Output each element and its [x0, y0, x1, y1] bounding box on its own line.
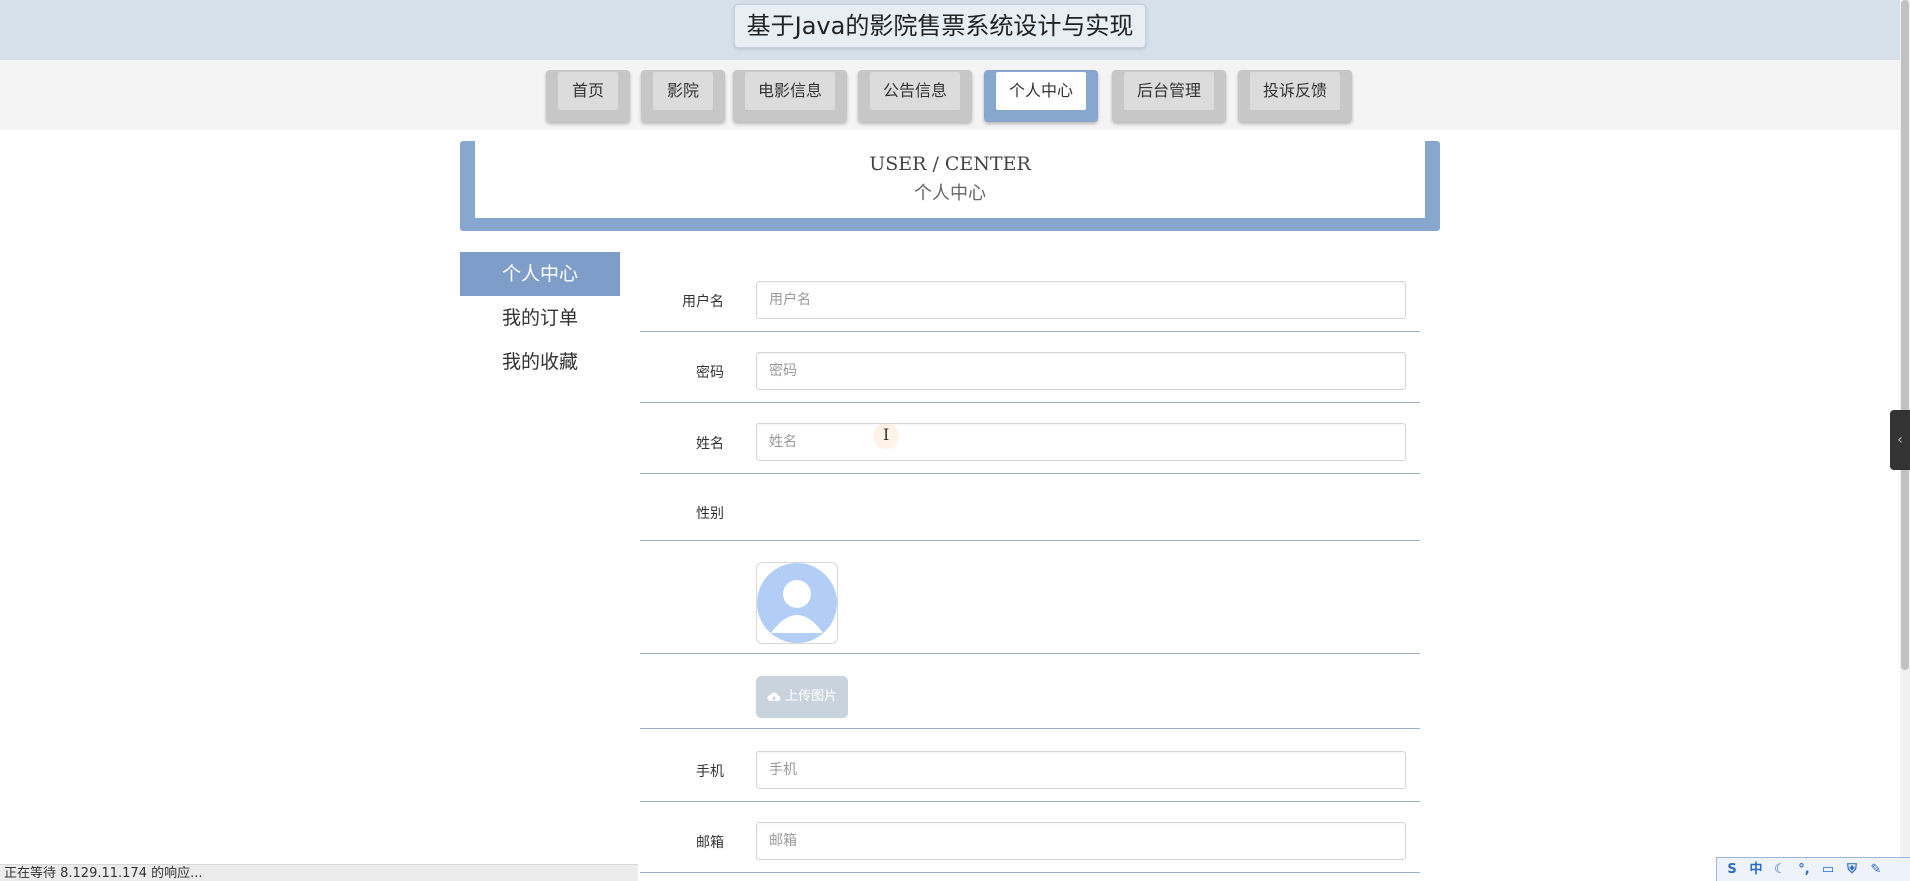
password-label: 密码: [696, 365, 724, 381]
nav-admin[interactable]: 后台管理: [1112, 70, 1226, 122]
ime-chinese-mode-icon[interactable]: 中: [1747, 862, 1765, 878]
upload-image-button[interactable]: 上传图片: [756, 676, 848, 718]
browser-status-bar: 正在等待 8.129.11.174 的响应...: [0, 864, 638, 881]
username-label: 用户名: [682, 294, 724, 310]
username-input[interactable]: [756, 281, 1406, 319]
nav-feedback[interactable]: 投诉反馈: [1238, 70, 1352, 122]
page-title: 基于Java的影院售票系统设计与实现: [734, 4, 1146, 48]
form-row-username: 用户名: [640, 278, 1420, 332]
side-menu: 个人中心 我的订单 我的收藏: [460, 252, 620, 384]
form-row-phone: 手机: [640, 748, 1420, 802]
ime-keyboard-icon[interactable]: ▭: [1819, 862, 1837, 878]
ime-logo-icon[interactable]: S: [1723, 862, 1741, 878]
ime-tools-icon[interactable]: ✎: [1867, 862, 1885, 878]
nav-user-center-label: 个人中心: [996, 72, 1086, 110]
section-banner: USER / CENTER 个人中心: [460, 141, 1440, 231]
email-input[interactable]: [756, 822, 1406, 860]
form-row-gender: 性别: [640, 490, 1420, 541]
cloud-upload-icon: [767, 692, 781, 701]
name-input[interactable]: [756, 423, 1406, 461]
nav-home[interactable]: 首页: [546, 70, 630, 122]
gender-label: 性别: [696, 506, 724, 522]
side-item-my-favorites[interactable]: 我的收藏: [460, 340, 620, 384]
scrollbar-thumb[interactable]: [1901, 0, 1909, 670]
nav-cinema[interactable]: 影院: [641, 70, 725, 122]
ime-punctuation-icon[interactable]: °,: [1795, 862, 1813, 878]
upload-image-label: 上传图片: [785, 689, 838, 704]
banner-title-en: USER / CENTER: [869, 153, 1031, 175]
email-label: 邮箱: [696, 835, 724, 851]
ime-shirt-icon[interactable]: ⛨: [1843, 862, 1861, 878]
phone-label: 手机: [696, 764, 724, 780]
ime-toolbar[interactable]: S 中 ☾ °, ▭ ⛨ ✎: [1716, 857, 1910, 881]
nav-movie-info[interactable]: 电影信息: [733, 70, 847, 122]
ime-moon-icon[interactable]: ☾: [1771, 862, 1789, 878]
password-input[interactable]: [756, 352, 1406, 390]
mouse-cursor: I: [873, 423, 899, 449]
nav-cinema-label: 影院: [653, 72, 713, 110]
phone-input[interactable]: [756, 751, 1406, 789]
nav-admin-label: 后台管理: [1124, 72, 1214, 110]
nav-announcements[interactable]: 公告信息: [858, 70, 972, 122]
banner-inner: USER / CENTER 个人中心: [475, 141, 1425, 218]
form-row-avatar: [640, 552, 1420, 654]
side-item-user-center[interactable]: 个人中心: [460, 252, 620, 296]
text-cursor-icon: I: [883, 425, 890, 444]
nav-announcements-label: 公告信息: [870, 72, 960, 110]
nav-user-center[interactable]: 个人中心: [984, 70, 1098, 122]
banner-title-cn: 个人中心: [914, 183, 986, 204]
side-item-my-orders[interactable]: 我的订单: [460, 296, 620, 340]
chevron-left-icon[interactable]: ‹: [1890, 410, 1910, 470]
form-row-email: 邮箱: [640, 819, 1420, 873]
avatar-preview: [756, 562, 838, 644]
name-label: 姓名: [696, 436, 724, 452]
form-row-upload: 上传图片: [640, 658, 1420, 729]
form-row-name: 姓名: [640, 420, 1420, 474]
form-row-password: 密码: [640, 349, 1420, 403]
nav-movie-info-label: 电影信息: [745, 72, 835, 110]
user-avatar-icon: [757, 563, 837, 643]
title-bar: 基于Java的影院售票系统设计与实现: [0, 0, 1900, 60]
nav-feedback-label: 投诉反馈: [1250, 72, 1340, 110]
nav-home-label: 首页: [558, 72, 618, 110]
